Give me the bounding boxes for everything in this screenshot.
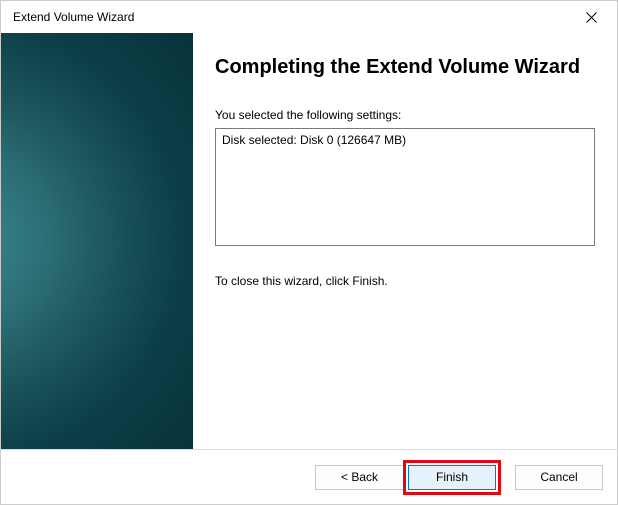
window-title: Extend Volume Wizard [13,10,134,24]
titlebar: Extend Volume Wizard [1,1,617,33]
finish-button[interactable]: Finish [408,465,496,490]
settings-summary-box: Disk selected: Disk 0 (126647 MB) [215,128,595,246]
close-icon [586,12,597,23]
main-panel: Completing the Extend Volume Wizard You … [193,33,617,449]
page-heading: Completing the Extend Volume Wizard [215,55,595,80]
instruction-text: To close this wizard, click Finish. [215,274,595,288]
finish-highlight-box: Finish [403,460,501,495]
wizard-sidebar-graphic [1,33,193,449]
close-button[interactable] [569,3,613,31]
back-button[interactable]: < Back [315,465,403,490]
button-row: < Back Finish Cancel [1,449,617,504]
content-area: Completing the Extend Volume Wizard You … [1,33,617,449]
settings-summary-line: Disk selected: Disk 0 (126647 MB) [222,133,588,147]
cancel-button[interactable]: Cancel [515,465,603,490]
intro-text: You selected the following settings: [215,108,595,122]
